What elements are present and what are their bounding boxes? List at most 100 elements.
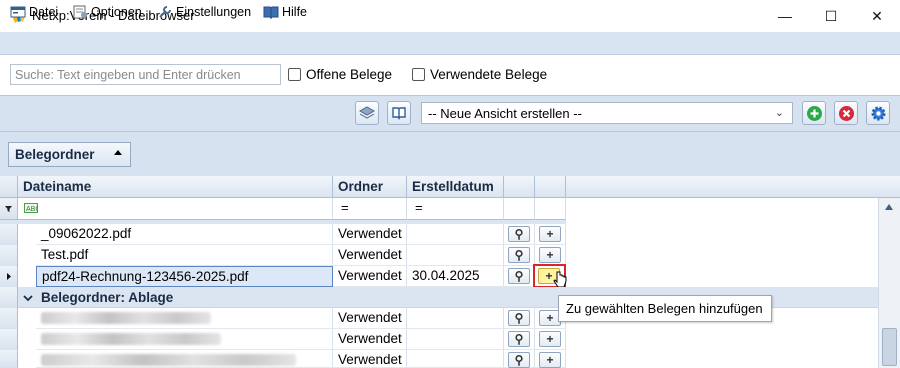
book-view-button[interactable] bbox=[387, 101, 411, 125]
table-cell-date bbox=[407, 224, 504, 245]
menu-einstellungen[interactable]: Einstellungen bbox=[157, 3, 251, 21]
menu-optionen[interactable]: Optionen bbox=[72, 3, 142, 21]
action1-filter-cell bbox=[504, 198, 535, 220]
column-header-empty bbox=[566, 176, 900, 198]
row-indicator bbox=[0, 287, 18, 308]
group-row-label: Belegordner: Ablage bbox=[41, 290, 174, 305]
menu-hilfe[interactable]: Hilfe bbox=[263, 3, 307, 21]
add-to-belege-button[interactable]: + bbox=[539, 352, 561, 368]
sort-up-icon bbox=[114, 150, 122, 155]
preview-button[interactable]: ⚲ bbox=[508, 268, 530, 284]
group-panel bbox=[0, 131, 900, 176]
open-belege-label: Offene Belege bbox=[306, 67, 393, 82]
magnifier-icon: ⚲ bbox=[514, 353, 524, 367]
current-row-arrow-icon bbox=[7, 273, 11, 280]
date-filter-cell[interactable]: = bbox=[407, 198, 504, 220]
add-to-belege-button[interactable]: + bbox=[539, 331, 561, 347]
row-indicator bbox=[0, 308, 18, 329]
filter-icon bbox=[5, 206, 12, 212]
magnifier-icon: ⚲ bbox=[514, 248, 524, 262]
filename-filter-cell[interactable]: ABC bbox=[18, 198, 333, 220]
vertical-scrollbar[interactable] bbox=[878, 198, 900, 368]
table-cell-folder: Verwendet bbox=[333, 350, 407, 368]
folder-filter-cell[interactable]: = bbox=[333, 198, 407, 220]
book-icon bbox=[263, 6, 279, 19]
redacted-text bbox=[41, 312, 211, 324]
menu-datei[interactable]: Datei bbox=[10, 3, 58, 21]
row-indicator bbox=[0, 329, 18, 350]
gear-icon bbox=[871, 106, 885, 120]
plus-icon: + bbox=[546, 248, 554, 262]
column-header-action2 bbox=[535, 176, 566, 198]
close-button[interactable]: ✕ bbox=[854, 0, 900, 32]
layers-icon bbox=[359, 106, 375, 119]
table-cell-folder: Verwendet bbox=[333, 245, 407, 266]
preview-button[interactable]: ⚲ bbox=[508, 352, 530, 368]
delete-view-button[interactable] bbox=[834, 101, 858, 125]
plus-icon: + bbox=[546, 353, 554, 367]
filter-row-indicator bbox=[0, 198, 18, 220]
table-cell-filename-redacted[interactable] bbox=[36, 308, 333, 329]
maximize-button[interactable]: ☐ bbox=[808, 0, 854, 32]
used-belege-checkbox[interactable] bbox=[412, 68, 425, 81]
column-header-folder[interactable]: Ordner bbox=[333, 176, 407, 198]
table-cell-date bbox=[407, 350, 504, 368]
redacted-text bbox=[41, 354, 296, 366]
plus-circle-icon bbox=[806, 105, 822, 121]
view-select[interactable]: -- Neue Ansicht erstellen -- ⌄ bbox=[421, 102, 793, 124]
table-cell-folder: Verwendet bbox=[333, 308, 407, 329]
magnifier-icon: ⚲ bbox=[514, 269, 524, 283]
group-indent bbox=[18, 224, 36, 287]
table-cell-date: 30.04.2025 bbox=[407, 266, 504, 287]
menu-label: Einstellungen bbox=[176, 5, 252, 19]
table-cell-folder: Verwendet bbox=[333, 266, 407, 287]
wrench-icon bbox=[159, 6, 171, 18]
row-indicator-header bbox=[0, 176, 18, 198]
magnifier-icon: ⚲ bbox=[514, 332, 524, 346]
column-header-filename[interactable]: Dateiname bbox=[18, 176, 333, 198]
group-indent bbox=[18, 308, 36, 368]
window-icon bbox=[10, 6, 26, 18]
plus-icon: + bbox=[546, 227, 554, 241]
plus-icon: + bbox=[546, 311, 554, 325]
table-cell-filename-redacted[interactable] bbox=[36, 350, 333, 368]
magnifier-icon: ⚲ bbox=[514, 311, 524, 325]
group-chip[interactable]: Belegordner bbox=[8, 142, 131, 167]
table-cell-filename[interactable]: _09062022.pdf bbox=[36, 224, 333, 245]
add-to-belege-button[interactable]: + bbox=[539, 226, 561, 242]
preview-button[interactable]: ⚲ bbox=[508, 310, 530, 326]
table-cell-date bbox=[407, 329, 504, 350]
scroll-up-icon[interactable] bbox=[884, 203, 894, 211]
preview-button[interactable]: ⚲ bbox=[508, 226, 530, 242]
settings-button[interactable] bbox=[866, 101, 890, 125]
table-cell-folder: Verwendet bbox=[333, 329, 407, 350]
row-indicator-current bbox=[0, 266, 18, 287]
plus-icon: + bbox=[546, 332, 554, 346]
group-chip-label: Belegordner bbox=[15, 147, 95, 162]
menu-label: Hilfe bbox=[282, 5, 308, 19]
column-header-date[interactable]: Erstelldatum bbox=[407, 176, 504, 198]
abc-filter-icon: ABC bbox=[24, 203, 38, 213]
layers-button[interactable] bbox=[355, 101, 379, 125]
add-to-belege-button[interactable]: + bbox=[539, 247, 561, 263]
options-icon bbox=[73, 5, 87, 19]
search-input[interactable] bbox=[10, 64, 281, 85]
scroll-thumb[interactable] bbox=[882, 328, 897, 366]
table-cell-filename-redacted[interactable] bbox=[36, 329, 333, 350]
minimize-button[interactable]: — bbox=[762, 0, 808, 32]
table-cell-date bbox=[407, 308, 504, 329]
redacted-text bbox=[41, 333, 221, 345]
chevron-down-icon[interactable] bbox=[22, 293, 34, 303]
add-view-button[interactable] bbox=[802, 101, 826, 125]
menu-label: Datei bbox=[29, 5, 59, 19]
action2-filter-cell bbox=[535, 198, 566, 220]
plus-icon: + bbox=[545, 269, 553, 283]
table-cell-filename-selected[interactable]: pdf24-Rechnung-123456-2025.pdf bbox=[36, 266, 333, 287]
open-belege-checkbox[interactable] bbox=[288, 68, 301, 81]
used-belege-label: Verwendete Belege bbox=[430, 67, 548, 82]
table-cell-filename[interactable]: Test.pdf bbox=[36, 245, 333, 266]
row-indicator bbox=[0, 224, 18, 245]
preview-button[interactable]: ⚲ bbox=[508, 247, 530, 263]
preview-button[interactable]: ⚲ bbox=[508, 331, 530, 347]
menu-label: Optionen bbox=[91, 5, 142, 19]
